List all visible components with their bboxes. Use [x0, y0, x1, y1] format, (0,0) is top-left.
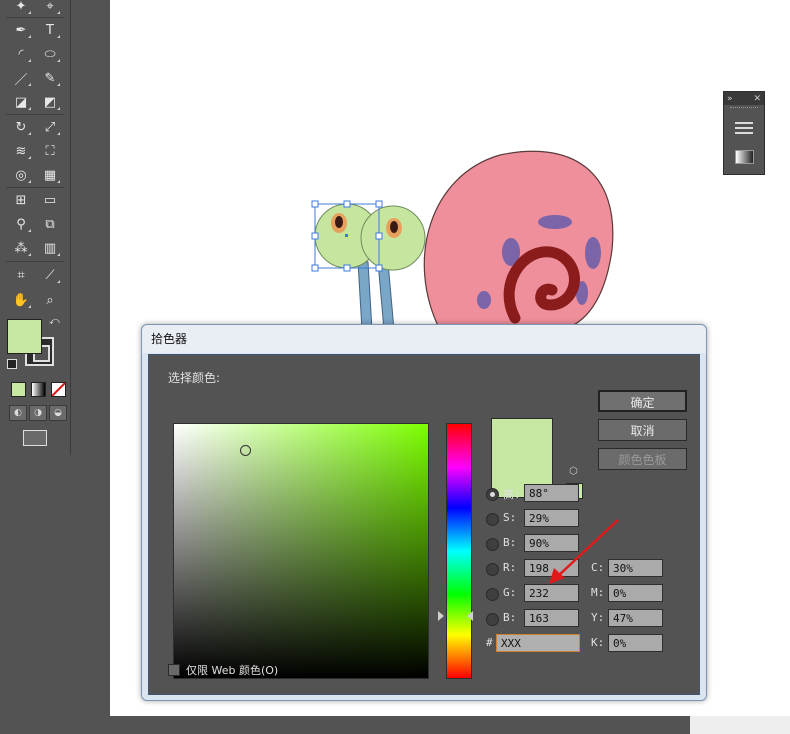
zoom-icon[interactable]: ⌕ — [39, 290, 61, 310]
tool-separator — [6, 187, 64, 188]
draw-inside-icon[interactable]: ◒ — [49, 405, 67, 421]
lasso-icon[interactable]: ⌖ — [39, 0, 61, 16]
red-label: R: — [503, 561, 517, 574]
cancel-button[interactable]: 取消 — [598, 419, 687, 441]
rotate-icon[interactable]: ↻ — [10, 117, 32, 137]
tool-separator — [6, 114, 64, 115]
brightness-field[interactable]: 90% — [524, 534, 579, 552]
blue-radio[interactable] — [486, 613, 499, 626]
black-field[interactable]: 0% — [608, 634, 663, 652]
none-slash — [51, 382, 66, 397]
hue-slider-arrow-right[interactable] — [467, 611, 473, 621]
arc-icon[interactable]: ◜ — [10, 44, 32, 64]
draw-normal-icon[interactable]: ◐ — [9, 405, 27, 421]
perspective-grid-icon[interactable]: ▦ — [39, 165, 61, 185]
color-mode-icon[interactable] — [11, 382, 26, 397]
saturation-radio[interactable] — [486, 513, 499, 526]
artboard-icon[interactable]: ⌗ — [10, 265, 32, 285]
red-radio[interactable] — [486, 563, 499, 576]
blend-icon[interactable]: ⧉ — [39, 214, 61, 234]
hue-label: 高: — [503, 488, 521, 501]
color-field-cursor[interactable] — [240, 445, 251, 456]
free-transform-icon[interactable]: ⛶ — [39, 141, 61, 161]
blue-label: B: — [503, 611, 517, 624]
green-field[interactable]: 232 — [524, 584, 579, 602]
gradient-panel-icon[interactable] — [735, 150, 754, 164]
panel-dock-bar[interactable]: » ✕ — [724, 92, 764, 105]
saturation-brightness-field[interactable] — [173, 423, 429, 679]
blob-brush-icon[interactable]: ◪ — [10, 92, 32, 112]
yellow-field[interactable]: 47% — [608, 609, 663, 627]
web-safe-cube-icon: ⬡ — [569, 466, 578, 477]
ok-button[interactable]: 确定 — [598, 390, 687, 412]
dialog-body: 选择颜色: ⬡ 确定 取消 颜色色板 高: 88° S: 29% B: 90% … — [148, 354, 700, 695]
screen-mode-icon[interactable] — [23, 430, 47, 446]
scale-icon[interactable]: ⤢ — [39, 117, 61, 137]
gradient-mode-icon[interactable] — [31, 382, 46, 397]
column-graph-icon[interactable]: ▥ — [39, 238, 61, 258]
close-icon[interactable]: ✕ — [753, 94, 761, 104]
brightness-radio[interactable] — [486, 538, 499, 551]
yellow-label: Y: — [591, 611, 605, 624]
magic-wand-icon[interactable]: ✦ — [10, 0, 32, 16]
slice-icon[interactable]: ⟋ — [39, 265, 61, 285]
pencil-icon[interactable]: ✎ — [39, 68, 61, 88]
warp-icon[interactable]: ≋ — [10, 141, 32, 161]
pen-icon[interactable]: ✒ — [10, 20, 32, 40]
green-radio[interactable] — [486, 588, 499, 601]
shape-builder-icon[interactable]: ◎ — [10, 165, 32, 185]
hue-slider[interactable] — [446, 423, 472, 679]
cyan-field[interactable]: 30% — [608, 559, 663, 577]
magenta-label: M: — [591, 586, 605, 599]
cyan-label: C: — [591, 561, 605, 574]
black-label: K: — [591, 636, 605, 649]
symbol-sprayer-icon[interactable]: ⁂ — [10, 238, 32, 258]
blue-field[interactable]: 163 — [524, 609, 579, 627]
default-colors-icon[interactable] — [7, 359, 17, 369]
ellipse-icon[interactable]: ⬭ — [39, 44, 61, 64]
color-picker-dialog: 拾色器 选择颜色: ⬡ 确定 取消 颜色色板 高: 88° S: 29% B: … — [141, 324, 707, 701]
hue-field[interactable]: 88° — [524, 484, 579, 502]
paintbrush-icon[interactable]: ／ — [10, 68, 32, 88]
expand-panels-icon[interactable]: » — [727, 94, 733, 104]
brightness-label: B: — [503, 536, 517, 549]
web-colors-only-label: 仅限 Web 颜色(O) — [186, 664, 279, 677]
collapsed-panel-dock: » ✕ — [723, 91, 765, 175]
red-field[interactable]: 198 — [524, 559, 579, 577]
eyedropper-icon[interactable]: ⚲ — [10, 214, 32, 234]
none-mode-icon[interactable] — [51, 382, 66, 397]
select-color-label: 选择颜色: — [168, 371, 221, 385]
gradient-icon[interactable]: ▭ — [39, 190, 61, 210]
hue-radio[interactable] — [486, 488, 499, 501]
draw-behind-icon[interactable]: ◑ — [29, 405, 47, 421]
hand-icon[interactable]: ✋ — [10, 290, 32, 310]
web-colors-only-checkbox[interactable] — [168, 664, 180, 676]
color-swatches-button[interactable]: 颜色色板 — [598, 448, 687, 470]
hex-field[interactable]: XXX — [496, 634, 580, 652]
swap-arrows-icon[interactable]: ⤺ — [49, 316, 60, 327]
type-icon[interactable]: T — [39, 20, 61, 40]
green-label: G: — [503, 586, 517, 599]
fill-swatch[interactable] — [7, 319, 42, 354]
hex-label: # — [486, 636, 493, 649]
dialog-title[interactable]: 拾色器 — [142, 325, 706, 353]
saturation-field[interactable]: 29% — [524, 509, 579, 527]
magenta-field[interactable]: 0% — [608, 584, 663, 602]
mesh-icon[interactable]: ⊞ — [10, 190, 32, 210]
hue-slider-arrow-left[interactable] — [438, 611, 444, 621]
type-glyph: T — [46, 22, 54, 38]
grip-icon[interactable] — [730, 107, 758, 112]
eraser-icon[interactable]: ◩ — [39, 92, 61, 112]
saturation-label: S: — [503, 511, 517, 524]
menu-icon[interactable] — [735, 122, 753, 134]
tool-separator — [6, 261, 64, 262]
tool-separator — [6, 17, 64, 18]
tools-panel: ✦ ⌖ ✒ T ◜ ⬭ ／ ✎ ◪ ◩ ↻ ⤢ ≋ ⛶ ◎ ▦ ⊞ ▭ ⚲ ⧉ … — [0, 0, 71, 455]
